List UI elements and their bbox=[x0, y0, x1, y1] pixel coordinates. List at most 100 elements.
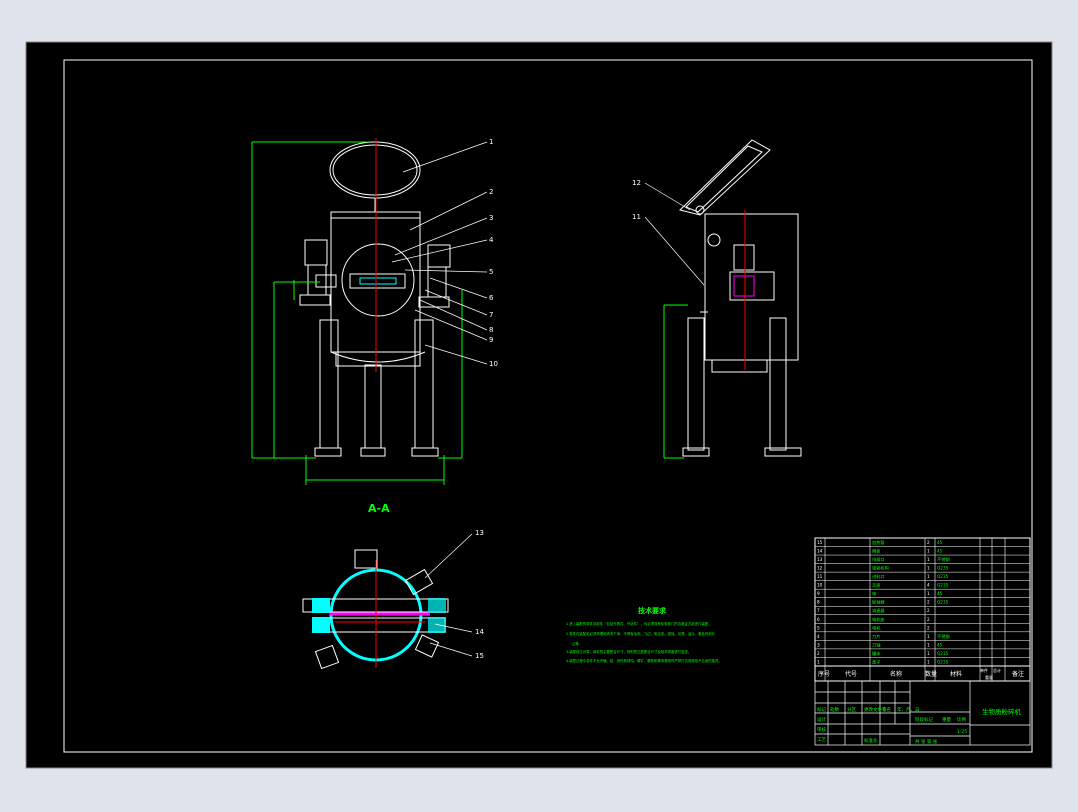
parts-cell-material: 45 bbox=[937, 540, 943, 545]
parts-cell-qty: 1 bbox=[927, 591, 930, 596]
parts-cell-qty: 2 bbox=[927, 608, 930, 613]
scale-value: 1:25 bbox=[957, 729, 967, 735]
balloon: 8 bbox=[489, 326, 493, 334]
parts-cell-name: 罐体 bbox=[872, 650, 881, 657]
tech-req-line: 1.进入装配的零件及部件（包括外购件、外协件），均必须具有检验部门的合格证方能进… bbox=[566, 621, 712, 626]
parts-cell-name: 排屑口 bbox=[872, 556, 885, 563]
parts-cell-qty: 1 bbox=[927, 651, 930, 656]
parts-cell-qty: 1 bbox=[927, 659, 930, 664]
parts-cell-material: 45 bbox=[937, 642, 943, 647]
parts-cell-material: 不锈钢 bbox=[937, 633, 950, 640]
tech-req-line: 2.零件在装配前必须清理和清洗干净，不得有毛刺、飞边、氧化皮、锈蚀、切屑、油污、… bbox=[566, 631, 716, 636]
sheet-count: 共 张 第 张 bbox=[915, 738, 938, 745]
balloon: 10 bbox=[489, 360, 498, 368]
header-no: 序号 bbox=[818, 670, 830, 678]
drawing-sheet bbox=[25, 41, 1053, 769]
parts-cell-no: 4 bbox=[817, 634, 820, 639]
stage-label: 阶段标记 bbox=[915, 716, 933, 723]
header-code: 代号 bbox=[845, 670, 857, 678]
tb-row: 标记 bbox=[817, 706, 826, 713]
scale-label: 比例 bbox=[957, 716, 966, 723]
parts-cell-no: 3 bbox=[817, 642, 820, 647]
parts-cell-material: 不锈钢 bbox=[937, 556, 950, 563]
tb-row: 工艺 bbox=[817, 737, 826, 743]
parts-cell-name: 联轴器 bbox=[872, 599, 885, 606]
parts-cell-qty: 2 bbox=[927, 540, 930, 545]
tb-col: 分区 bbox=[847, 706, 856, 713]
balloon: 15 bbox=[475, 652, 484, 660]
parts-cell-name: 支座 bbox=[872, 582, 880, 589]
parts-cell-material: 45 bbox=[937, 591, 943, 596]
parts-cell-material: Q235 bbox=[937, 600, 949, 605]
parts-cell-qty: 1 bbox=[927, 634, 930, 639]
parts-cell-name: 电机座 bbox=[872, 616, 885, 623]
parts-cell-name: 电机 bbox=[872, 624, 881, 631]
parts-cell-no: 10 bbox=[817, 583, 823, 588]
balloon: 1 bbox=[489, 138, 493, 146]
parts-cell-name: 减速器 bbox=[872, 607, 885, 614]
tech-req-line: 尘等。 bbox=[572, 641, 582, 646]
parts-cell-no: 2 bbox=[817, 651, 820, 656]
parts-cell-name: 锁紧机构 bbox=[872, 565, 889, 572]
header-remark: 备注 bbox=[1012, 670, 1024, 678]
parts-cell-qty: 2 bbox=[927, 625, 930, 630]
parts-cell-qty: 1 bbox=[927, 566, 930, 571]
header-name: 名称 bbox=[890, 670, 902, 678]
balloon: 14 bbox=[475, 628, 484, 636]
tb-row: 审核 bbox=[817, 726, 826, 733]
section-label: A-A bbox=[368, 502, 390, 515]
balloon: 11 bbox=[632, 213, 641, 221]
balloon: 4 bbox=[489, 236, 494, 244]
parts-cell-no: 7 bbox=[817, 608, 820, 613]
parts-cell-material: Q235 bbox=[937, 574, 949, 579]
parts-cell-no: 9 bbox=[817, 591, 820, 596]
parts-cell-no: 15 bbox=[817, 540, 823, 545]
balloon: 13 bbox=[475, 529, 484, 537]
parts-cell-no: 5 bbox=[817, 625, 820, 630]
parts-cell-qty: 2 bbox=[927, 617, 930, 622]
parts-cell-no: 11 bbox=[817, 574, 823, 579]
parts-cell-no: 12 bbox=[817, 566, 823, 571]
tech-req-line: 4.装配过程中零件不允许磕、碰、划伤和锈蚀。螺钉、螺栓和螺母紧固时严禁打击或使用… bbox=[566, 658, 722, 663]
parts-cell-material: Q235 bbox=[937, 566, 949, 571]
parts-cell-name: 刀轴 bbox=[872, 641, 880, 648]
parts-cell-name: 盖子 bbox=[872, 658, 880, 664]
cad-viewer[interactable]: 1 2 3 4 5 6 7 8 9 10 12 11 A-A 13 14 15 … bbox=[0, 0, 1078, 808]
parts-cell-no: 14 bbox=[817, 549, 823, 554]
parts-cell-qty: 1 bbox=[927, 549, 930, 554]
parts-cell-qty: 1 bbox=[927, 642, 930, 647]
balloon: 9 bbox=[489, 336, 493, 344]
parts-cell-name: 隔板 bbox=[872, 548, 881, 555]
parts-cell-material: 45 bbox=[937, 549, 943, 554]
cad-drawing[interactable]: 1 2 3 4 5 6 7 8 9 10 12 11 A-A 13 14 15 … bbox=[0, 0, 1078, 808]
parts-cell-no: 6 bbox=[817, 617, 820, 622]
balloon: 5 bbox=[489, 268, 493, 276]
parts-cell-material: Q235 bbox=[937, 651, 949, 656]
parts-cell-no: 13 bbox=[817, 557, 823, 562]
weight-label: 重量 bbox=[942, 716, 951, 723]
balloon: 3 bbox=[489, 214, 493, 222]
balloon: 2 bbox=[489, 188, 493, 196]
balloon: 7 bbox=[489, 311, 493, 319]
parts-cell-qty: 4 bbox=[927, 583, 930, 588]
parts-cell-qty: 2 bbox=[927, 600, 930, 605]
header-unit-weight: 单件 bbox=[980, 667, 988, 673]
header-material: 材料 bbox=[950, 670, 962, 678]
std-label: 标准化 bbox=[864, 737, 878, 744]
parts-cell-material: Q235 bbox=[937, 659, 949, 664]
parts-cell-name: 进料口 bbox=[872, 573, 885, 580]
parts-cell-no: 1 bbox=[817, 659, 820, 664]
parts-cell-qty: 1 bbox=[927, 574, 930, 579]
tb-col: 签名 bbox=[882, 706, 891, 713]
parts-cell-material: Q235 bbox=[937, 583, 949, 588]
tech-req-line: 3.装配前应对零、部件的主要配合尺寸，特别是过盈配合尺寸及相关精度进行复查。 bbox=[566, 649, 691, 654]
parts-cell-name: 加热管 bbox=[872, 539, 885, 546]
header-total-weight: 总计 bbox=[993, 667, 1001, 673]
balloon: 12 bbox=[632, 179, 641, 187]
parts-cell-name: 轴 bbox=[872, 590, 876, 597]
parts-cell-name: 刀片 bbox=[872, 633, 880, 640]
tb-row: 设计 bbox=[817, 716, 826, 723]
tb-col: 年、月、日 bbox=[897, 706, 920, 713]
drawing-title: 生物质粉碎机 bbox=[982, 707, 1022, 716]
tech-req-title: 技术要求 bbox=[638, 606, 667, 615]
